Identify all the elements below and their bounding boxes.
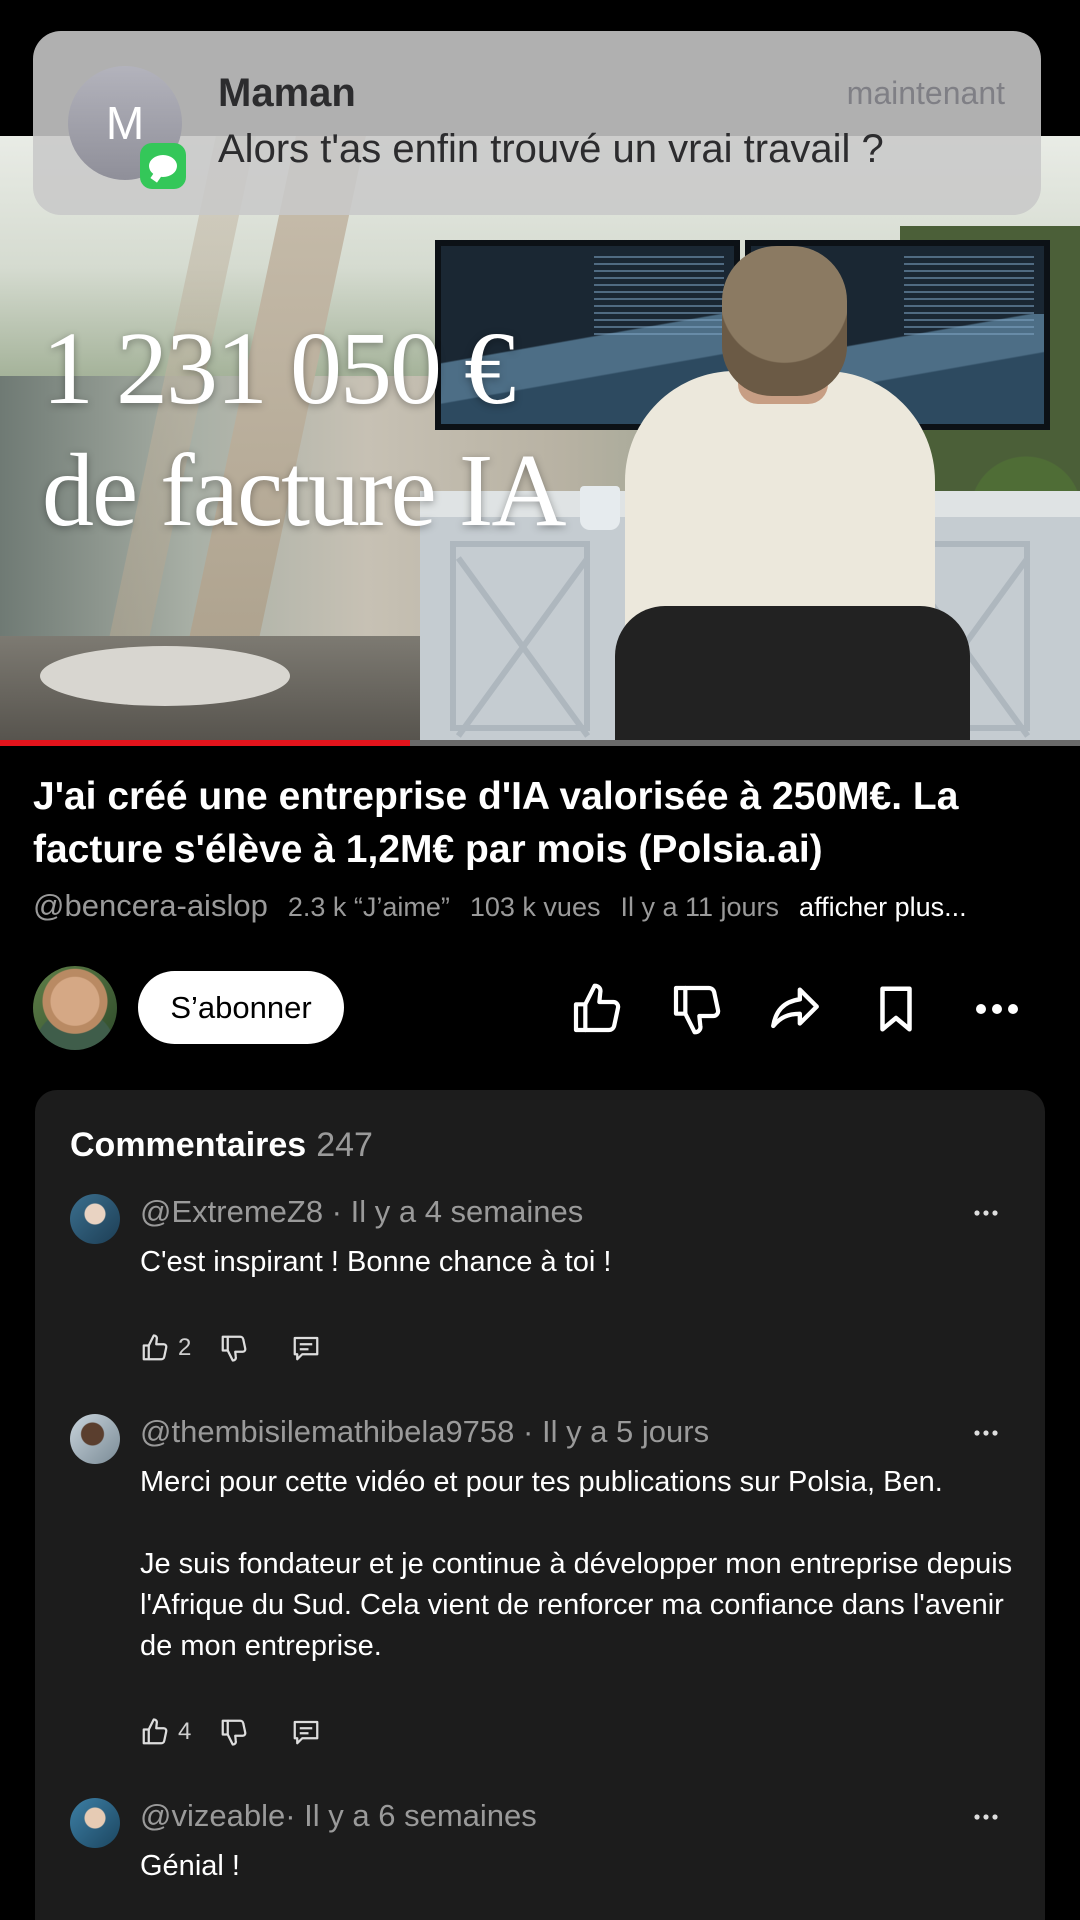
comment-reply-icon[interactable] — [291, 1328, 321, 1368]
thumbs-up-icon[interactable] — [568, 980, 626, 1038]
comment-author[interactable]: @ExtremeZ8 · Il y a 4 semaines — [140, 1194, 583, 1230]
comment-more-icon[interactable] — [966, 1198, 1006, 1228]
comments-count: 247 — [316, 1126, 373, 1164]
channel-avatar[interactable] — [33, 966, 117, 1050]
comment-actions: 4 — [140, 1712, 321, 1752]
comment-like-count: 4 — [178, 1718, 192, 1745]
like-count: 2.3 k “J’aime” — [287, 892, 450, 922]
comment-actions: 2 — [140, 1328, 321, 1368]
comments-header: Commentaires 247 — [70, 1126, 373, 1165]
notification-time: maintenant — [846, 75, 1005, 111]
view-count: 103 k vues — [469, 892, 601, 922]
thumbs-down-icon[interactable] — [668, 980, 726, 1038]
video-progress-bar[interactable] — [0, 740, 1080, 746]
more-icon[interactable] — [968, 980, 1026, 1038]
video-scene-stool — [40, 646, 290, 706]
video-overlay-line1: 1 231 050 € — [42, 311, 516, 426]
comments-panel[interactable]: Commentaires 247 @ExtremeZ8 · Il y a 4 se… — [35, 1090, 1045, 1920]
video-overlay-line2: de facture IA — [42, 433, 567, 548]
video-progress-fill — [0, 740, 411, 746]
comment-text: Merci pour cette vidéo et pour tes publi… — [140, 1466, 1013, 1662]
comment-avatar[interactable] — [70, 1194, 120, 1244]
channel-handle[interactable]: @bencera-aislop — [33, 888, 268, 924]
video-title[interactable]: J'ai créé une entreprise d'IA valorisée … — [33, 770, 1053, 876]
comment-like-icon[interactable] — [140, 1712, 170, 1752]
comment-like-icon[interactable] — [140, 1328, 170, 1368]
comment-dislike-icon[interactable] — [219, 1328, 249, 1368]
comment-item: @vizeable· Il y a 6 semaines Génial ! — [70, 1798, 1020, 1918]
comment-author[interactable]: @vizeable· Il y a 6 semaines — [140, 1798, 537, 1834]
comment-item: @thembisilemathibela9758 · Il y a 5 jour… — [70, 1414, 1020, 1774]
comment-text: Génial ! — [140, 1850, 240, 1882]
comments-title: Commentaires — [70, 1126, 307, 1164]
video-scene-person-head — [722, 246, 847, 396]
video-meta: @bencera-aislop 2.3 k “J’aime” 103 k vue… — [33, 888, 1073, 924]
messages-icon — [140, 143, 186, 189]
video-overlay-text: 1 231 050 € de facture IA — [42, 308, 567, 552]
comment-avatar[interactable] — [70, 1414, 120, 1464]
video-player[interactable]: 1 231 050 € de facture IA — [0, 136, 1080, 746]
comment-more-icon[interactable] — [966, 1418, 1006, 1448]
message-notification[interactable]: M Maman maintenant Alors t'as enfin trou… — [33, 31, 1041, 215]
notification-sender: Maman — [218, 71, 356, 115]
video-scene-mug — [580, 486, 620, 530]
comment-reply-icon[interactable] — [291, 1712, 321, 1752]
show-more-link[interactable]: afficher plus... — [799, 892, 967, 923]
comment-like-count: 2 — [178, 1334, 192, 1361]
comment-more-icon[interactable] — [966, 1802, 1006, 1832]
bookmark-icon[interactable] — [867, 980, 925, 1038]
subscribe-button[interactable]: S’abonner — [138, 971, 344, 1044]
notification-message: Alors t'as enfin trouvé un vrai travail … — [218, 127, 884, 171]
upload-age: Il y a 11 jours — [620, 892, 780, 922]
comment-item: @ExtremeZ8 · Il y a 4 semaines C'est ins… — [70, 1194, 1020, 1394]
comment-text: C'est inspirant ! Bonne chance à toi ! — [140, 1246, 612, 1278]
comment-avatar[interactable] — [70, 1798, 120, 1848]
comment-author[interactable]: @thembisilemathibela9758 · Il y a 5 jour… — [140, 1414, 709, 1450]
video-scene-chair — [615, 606, 970, 746]
share-icon[interactable] — [766, 980, 824, 1038]
comment-dislike-icon[interactable] — [219, 1712, 249, 1752]
